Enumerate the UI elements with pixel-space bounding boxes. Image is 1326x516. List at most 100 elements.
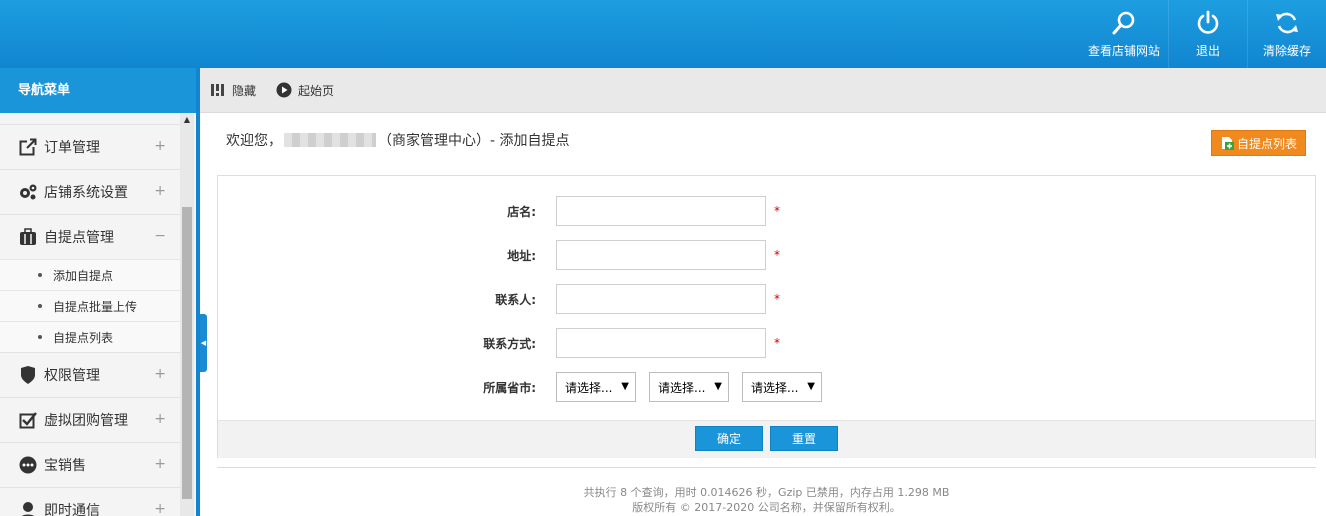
district-select-value: 请选择... [751,380,799,395]
required-mark: * [774,204,780,218]
logout-button[interactable]: 退出 [1169,0,1247,68]
phone-label: 联系方式: [483,336,536,351]
redacted-username [284,133,376,147]
dropdown-arrow-icon: ▼ [807,381,815,392]
refresh-icon [1276,12,1298,33]
sidebar-item-label: 自提点管理 [44,230,114,246]
bullet-icon [38,335,42,339]
region-label: 所属省市: [483,380,536,395]
play-circle-icon [276,82,292,98]
expand-icon: + [154,456,166,472]
required-mark: * [774,248,780,262]
sidebar-item-orders[interactable]: 订单管理 + [0,124,180,169]
dropdown-arrow-icon: ▼ [714,381,722,392]
sidebar-item-label: 店铺系统设置 [44,185,128,201]
home-label: 起始页 [298,83,335,98]
external-link-icon [18,137,38,157]
submenu-item-label: 自提点列表 [53,330,114,345]
form-row-phone: 联系方式: * [218,327,1317,359]
sidebar-item-label: 即时通信 [44,503,100,516]
footer-stats: 共执行 8 个查询，用时 0.014626 秒，Gzip 已禁用，内存占用 1.… [583,486,950,499]
required-mark: * [774,292,780,306]
scrollbar-thumb[interactable] [182,207,192,499]
required-mark: * [774,336,780,350]
province-select-value: 请选择... [565,380,613,395]
header-actions: 查看店铺网站 退出 清除缓存 [1080,0,1326,68]
pickup-submenu: 添加自提点 自提点批量上传 自提点列表 [0,259,180,352]
address-label: 地址: [507,248,536,263]
pickup-list-label: 自提点列表 [1236,136,1297,151]
bullet-icon [38,273,42,277]
expand-icon: + [154,138,166,154]
form-row-contact: 联系人: * [218,283,1317,315]
form-row-store-name: 店名: * [218,195,1317,227]
welcome-suffix: （商家管理中心）- 添加自提点 [378,133,570,149]
city-select[interactable]: 请选择... ▼ [649,372,729,402]
phone-input[interactable] [556,328,766,358]
top-header: 查看店铺网站 退出 清除缓存 [0,0,1326,68]
sidebar-item-label: 订单管理 [44,140,100,156]
more-dots-icon [18,455,38,475]
dropdown-arrow-icon: ▼ [621,381,629,392]
store-name-input[interactable] [556,196,766,226]
form-row-address: 地址: * [218,239,1317,271]
submenu-item-batch-upload[interactable]: 自提点批量上传 [0,290,180,321]
expand-icon: + [154,366,166,382]
logout-label: 退出 [1195,43,1220,58]
store-name-label: 店名: [507,204,536,219]
sidebar-collapse-handle[interactable]: ◀ [200,314,207,372]
page-title: 欢迎您， （商家管理中心）- 添加自提点 [226,128,570,152]
view-store-label: 查看店铺网站 [1087,43,1160,58]
city-select-value: 请选择... [658,380,706,395]
hide-sidebar-button[interactable]: 隐藏 [210,82,256,99]
reset-button[interactable]: 重置 [770,426,838,451]
expand-icon: + [154,183,166,199]
sidebar-item-im[interactable]: 即时通信 + [0,487,180,516]
submit-button[interactable]: 确定 [695,426,763,451]
sidebar-item-label: 宝销售 [44,458,86,474]
sidebar-item-label: 权限管理 [44,368,100,384]
toolbar: 隐藏 起始页 [200,68,1326,113]
sidebar-item-store-settings[interactable]: 店铺系统设置 + [0,169,180,214]
sidebar-title: 导航菜单 [0,68,196,113]
clear-cache-button[interactable]: 清除缓存 [1248,0,1326,68]
footer-copyright: 版权所有 © 2017-2020 公司名称，并保留所有权利。 [632,501,901,514]
form-row-region: 所属省市: 请选择... ▼ 请选择... ▼ 请选择... ▼ [218,371,1317,403]
home-page-button[interactable]: 起始页 [276,82,334,99]
expand-icon: + [154,411,166,427]
submenu-item-pickup-list[interactable]: 自提点列表 [0,321,180,352]
sidebar-edge [196,68,200,516]
pickup-list-button[interactable]: 自提点列表 [1211,130,1306,156]
submenu-item-add-pickup[interactable]: 添加自提点 [0,259,180,290]
sidebar-item-pickup[interactable]: 自提点管理 − [0,214,180,259]
power-icon [1197,10,1219,34]
province-select[interactable]: 请选择... ▼ [556,372,636,402]
sidebar-scrollbar[interactable]: ▲ [180,113,194,516]
user-icon [18,500,38,516]
contact-label: 联系人: [495,292,536,307]
sidebar-item-permissions[interactable]: 权限管理 + [0,352,180,397]
footer-divider [217,467,1316,468]
welcome-prefix: 欢迎您， [226,133,282,149]
expand-icon: + [154,501,166,516]
contact-input[interactable] [556,284,766,314]
briefcase-icon [18,227,38,247]
checkbox-icon [18,410,38,430]
bullet-icon [38,304,42,308]
sidebar: 导航菜单 订单管理 + 店铺系统设置 + 自提点管理 − 添加自提点 自提点批量… [0,68,196,516]
add-document-icon [1221,137,1234,150]
sidebar-item-sales[interactable]: 宝销售 + [0,442,180,487]
sidebar-item-label: 虚拟团购管理 [44,413,128,429]
address-input[interactable] [556,240,766,270]
form-actions: 确定 重置 [218,420,1315,458]
gears-icon [18,182,38,202]
scroll-up-arrow-icon[interactable]: ▲ [180,113,194,125]
columns-icon [211,84,224,96]
submenu-item-label: 添加自提点 [53,268,114,283]
collapse-icon: − [154,228,166,244]
view-store-button[interactable]: 查看店铺网站 [1080,0,1168,68]
sidebar-item-group-buy[interactable]: 虚拟团购管理 + [0,397,180,442]
submenu-item-label: 自提点批量上传 [53,299,138,314]
district-select[interactable]: 请选择... ▼ [742,372,822,402]
hide-label: 隐藏 [232,83,257,98]
